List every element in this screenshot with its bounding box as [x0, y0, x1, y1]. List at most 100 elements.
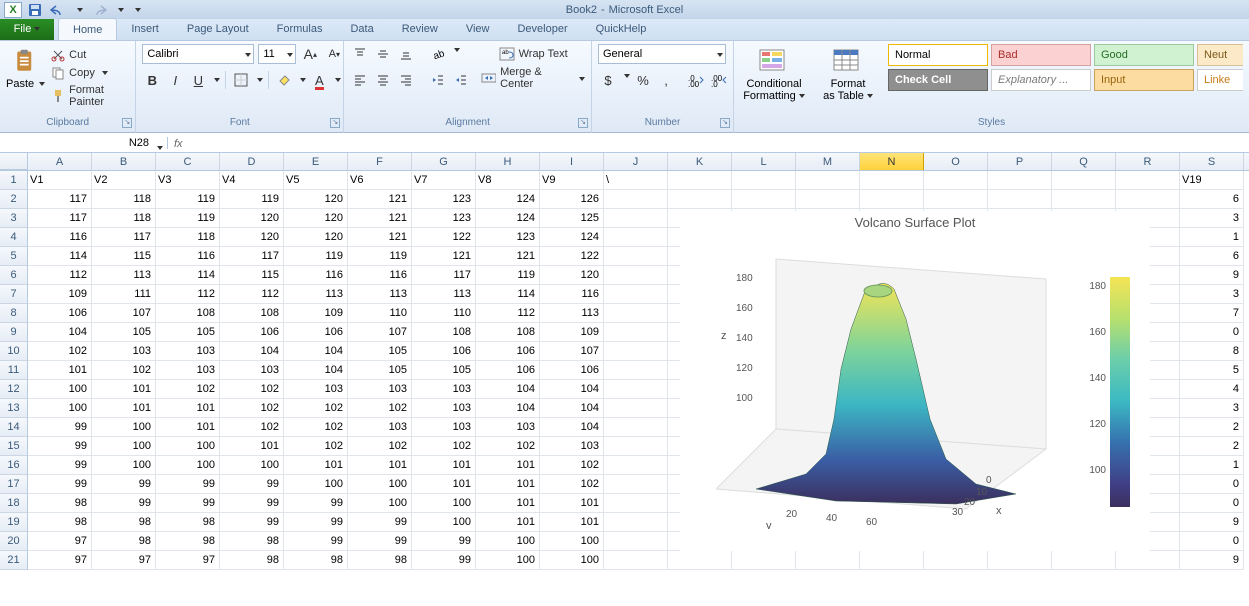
- cell[interactable]: 100: [412, 513, 476, 532]
- cell[interactable]: 119: [220, 190, 284, 209]
- cell[interactable]: [1116, 190, 1180, 209]
- column-header[interactable]: L: [732, 153, 796, 170]
- cell[interactable]: 101: [540, 494, 604, 513]
- tab-formulas[interactable]: Formulas: [263, 18, 337, 40]
- cell[interactable]: 6: [1180, 190, 1244, 209]
- cell[interactable]: 99: [156, 475, 220, 494]
- cell[interactable]: 123: [476, 228, 540, 247]
- cell[interactable]: 105: [348, 342, 412, 361]
- style-cell-neutral[interactable]: Neut: [1197, 44, 1243, 66]
- worksheet-grid[interactable]: 1V1V2V3V4V5V6V7V8V9\V1921171181191191201…: [0, 171, 1249, 606]
- cell[interactable]: 103: [92, 342, 156, 361]
- cell[interactable]: 99: [284, 513, 348, 532]
- cell[interactable]: 7: [1180, 304, 1244, 323]
- shrink-font-button[interactable]: A▾: [324, 44, 344, 64]
- cell[interactable]: [988, 190, 1052, 209]
- cell[interactable]: V4: [220, 171, 284, 190]
- cell[interactable]: V8: [476, 171, 540, 190]
- tab-review[interactable]: Review: [388, 18, 452, 40]
- cell[interactable]: 111: [92, 285, 156, 304]
- cell[interactable]: 107: [348, 323, 412, 342]
- cell[interactable]: 114: [476, 285, 540, 304]
- cell[interactable]: 100: [540, 532, 604, 551]
- cell[interactable]: 112: [156, 285, 220, 304]
- cell[interactable]: 102: [284, 418, 348, 437]
- cell[interactable]: 99: [412, 532, 476, 551]
- cell[interactable]: V1: [28, 171, 92, 190]
- cell[interactable]: 102: [92, 361, 156, 380]
- cell[interactable]: 5: [1180, 361, 1244, 380]
- cell[interactable]: 98: [220, 551, 284, 570]
- tab-data[interactable]: Data: [336, 18, 387, 40]
- row-header[interactable]: 13: [0, 399, 28, 418]
- cell[interactable]: 112: [28, 266, 92, 285]
- cell[interactable]: 6: [1180, 247, 1244, 266]
- row-header[interactable]: 17: [0, 475, 28, 494]
- tab-insert[interactable]: Insert: [117, 18, 173, 40]
- cell[interactable]: [604, 247, 668, 266]
- column-header[interactable]: F: [348, 153, 412, 170]
- cell[interactable]: 110: [412, 304, 476, 323]
- row-header[interactable]: 6: [0, 266, 28, 285]
- cell[interactable]: 3: [1180, 399, 1244, 418]
- cell[interactable]: 120: [220, 209, 284, 228]
- row-header[interactable]: 8: [0, 304, 28, 323]
- cell[interactable]: 101: [92, 380, 156, 399]
- cell[interactable]: 104: [476, 380, 540, 399]
- number-format-combo[interactable]: General: [598, 44, 726, 64]
- save-icon[interactable]: [28, 3, 42, 17]
- cell[interactable]: [860, 551, 924, 570]
- cell[interactable]: 109: [284, 304, 348, 323]
- qat-customize-icon[interactable]: [132, 4, 141, 16]
- cell[interactable]: 115: [220, 266, 284, 285]
- cell[interactable]: 123: [412, 190, 476, 209]
- cell[interactable]: 121: [348, 228, 412, 247]
- cell[interactable]: 106: [540, 361, 604, 380]
- cell[interactable]: 109: [28, 285, 92, 304]
- row-header[interactable]: 1: [0, 171, 28, 190]
- conditional-formatting-button[interactable]: ConditionalFormatting: [740, 44, 808, 102]
- tab-view[interactable]: View: [452, 18, 504, 40]
- cell[interactable]: [1052, 171, 1116, 190]
- cell[interactable]: 9: [1180, 266, 1244, 285]
- cell[interactable]: 106: [284, 323, 348, 342]
- cell[interactable]: [732, 190, 796, 209]
- style-cell-bad[interactable]: Bad: [991, 44, 1091, 66]
- cell[interactable]: 102: [220, 399, 284, 418]
- cell[interactable]: [1052, 190, 1116, 209]
- tab-quickhelp[interactable]: QuickHelp: [582, 18, 661, 40]
- row-header[interactable]: 20: [0, 532, 28, 551]
- cell[interactable]: [604, 380, 668, 399]
- cell[interactable]: 104: [540, 380, 604, 399]
- undo-icon[interactable]: [48, 3, 68, 17]
- cell[interactable]: 101: [476, 494, 540, 513]
- cell[interactable]: 99: [156, 494, 220, 513]
- cell[interactable]: 104: [540, 399, 604, 418]
- cell[interactable]: 9: [1180, 551, 1244, 570]
- cell[interactable]: 101: [92, 399, 156, 418]
- cell[interactable]: 102: [540, 456, 604, 475]
- cell[interactable]: 113: [540, 304, 604, 323]
- cell[interactable]: 102: [28, 342, 92, 361]
- cell[interactable]: \: [604, 171, 668, 190]
- cell[interactable]: 99: [92, 475, 156, 494]
- cell[interactable]: 101: [348, 456, 412, 475]
- cell[interactable]: [604, 551, 668, 570]
- cell[interactable]: 119: [476, 266, 540, 285]
- cell[interactable]: 121: [348, 190, 412, 209]
- cell[interactable]: 116: [348, 266, 412, 285]
- cell[interactable]: 119: [156, 209, 220, 228]
- excel-app-icon[interactable]: X: [4, 2, 22, 18]
- cell[interactable]: 99: [28, 418, 92, 437]
- cell[interactable]: 0: [1180, 494, 1244, 513]
- cell[interactable]: 103: [348, 418, 412, 437]
- cell[interactable]: [732, 551, 796, 570]
- cell[interactable]: [924, 551, 988, 570]
- cell[interactable]: [860, 171, 924, 190]
- increase-indent-button[interactable]: [451, 70, 471, 90]
- cell[interactable]: 101: [220, 437, 284, 456]
- column-header[interactable]: P: [988, 153, 1052, 170]
- align-bottom-button[interactable]: [396, 44, 416, 64]
- cell[interactable]: 97: [156, 551, 220, 570]
- cell[interactable]: 97: [92, 551, 156, 570]
